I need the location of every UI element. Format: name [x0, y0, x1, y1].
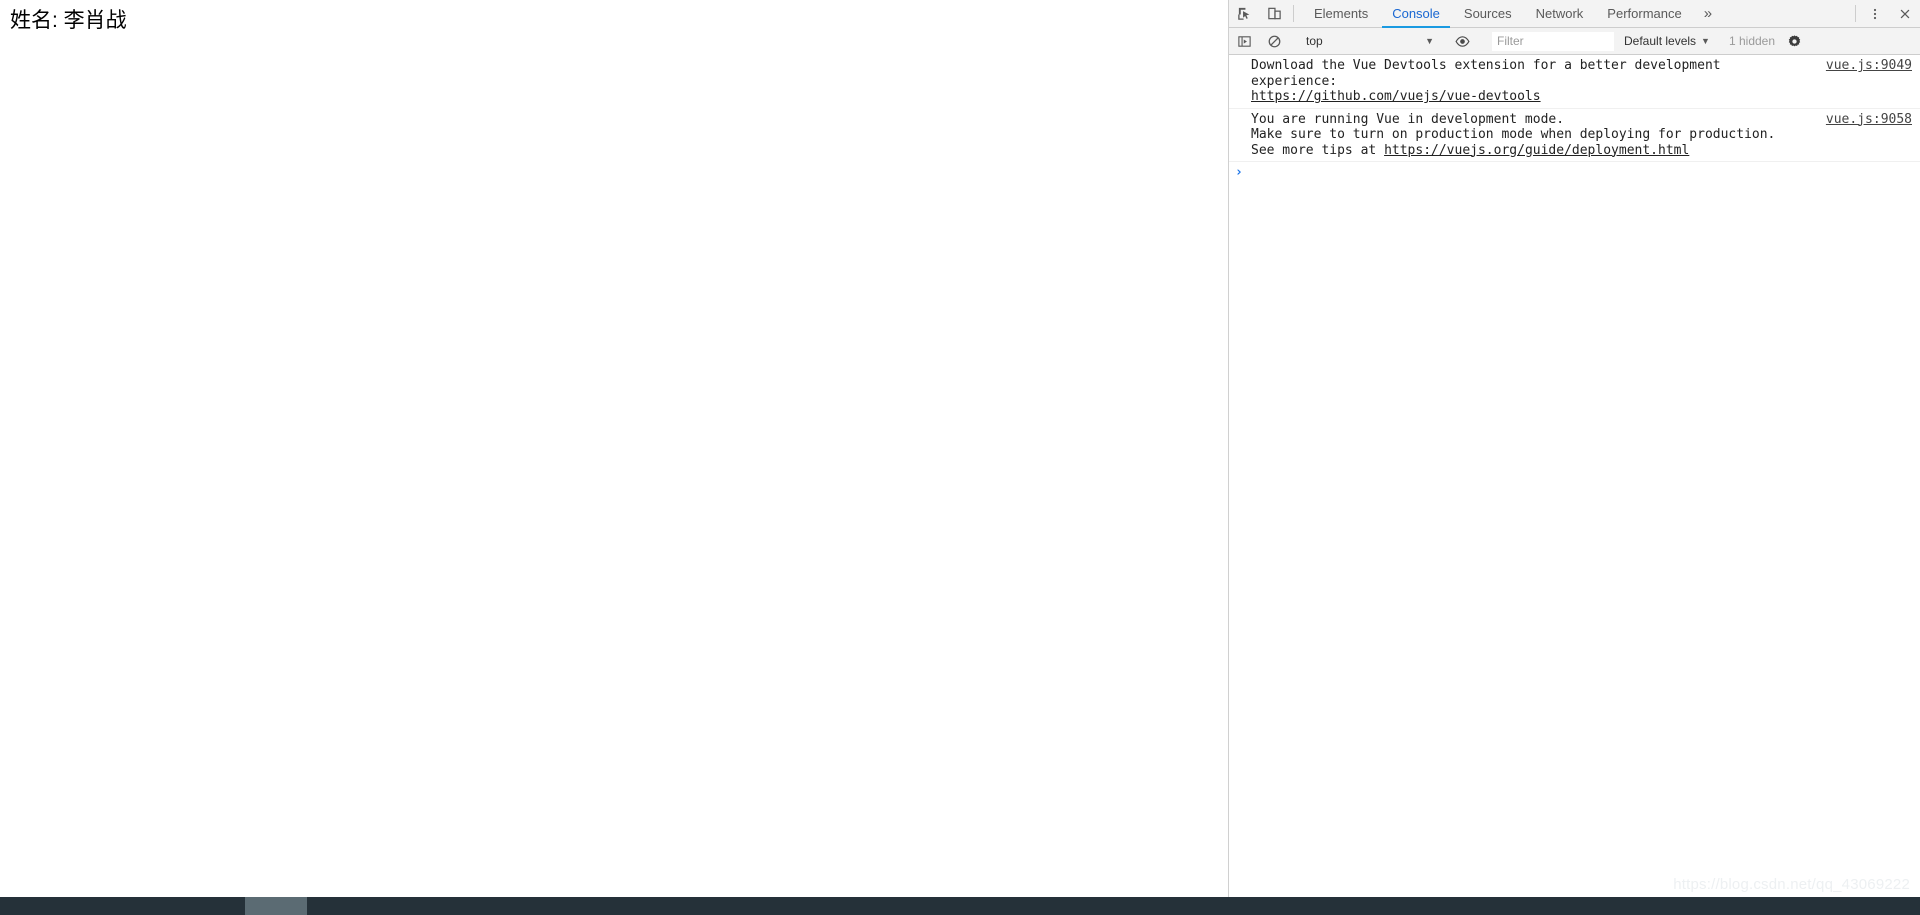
- create-live-expression-icon[interactable]: [1447, 34, 1477, 49]
- close-glyph: [1900, 9, 1910, 18]
- console-message-source[interactable]: vue.js:9058: [1822, 112, 1912, 128]
- tab-network-label: Network: [1535, 6, 1584, 21]
- chevron-down-icon: ▼: [1701, 36, 1710, 46]
- tab-elements-label: Elements: [1314, 6, 1369, 21]
- console-message-line: Download the Vue Devtools extension for …: [1251, 58, 1721, 73]
- devtools-tab-list: Elements Console Sources Network Perform…: [1302, 0, 1722, 28]
- bottom-scrollbar-track[interactable]: [0, 897, 1920, 915]
- console-message[interactable]: You are running Vue in development mode.…: [1229, 109, 1920, 162]
- page-name-label: 姓名: 李肖战: [10, 9, 127, 32]
- chevron-down-icon: ▼: [1425, 36, 1434, 46]
- console-message-inner: You are running Vue in development mode.…: [1251, 112, 1912, 159]
- console-prompt-input[interactable]: [1249, 165, 1912, 180]
- console-message-inner: Download the Vue Devtools extension for …: [1251, 58, 1912, 105]
- devtools-tabbar: Elements Console Sources Network Perform…: [1229, 0, 1920, 28]
- hidden-messages-count[interactable]: 1 hidden: [1723, 34, 1781, 48]
- inspect-element-icon[interactable]: [1229, 0, 1259, 27]
- browser-page-viewport: 姓名: 李肖战: [0, 0, 1228, 897]
- tab-console[interactable]: Console: [1380, 0, 1452, 28]
- console-message-line: Make sure to turn on production mode whe…: [1251, 127, 1776, 142]
- tab-network[interactable]: Network: [1524, 0, 1596, 27]
- device-toolbar-icon[interactable]: [1259, 0, 1289, 27]
- console-toolbar: top ▼ Default levels ▼ 1 hidden: [1229, 28, 1920, 55]
- tab-sources-label: Sources: [1463, 6, 1512, 21]
- close-devtools-icon[interactable]: [1890, 0, 1920, 27]
- clear-console-glyph: [1268, 35, 1280, 47]
- console-message-list[interactable]: Download the Vue Devtools extension for …: [1229, 55, 1920, 897]
- console-settings-icon[interactable]: [1781, 34, 1807, 49]
- console-filter-input[interactable]: [1492, 31, 1614, 51]
- tab-console-label: Console: [1392, 6, 1440, 21]
- eye-glyph: [1454, 35, 1470, 47]
- more-options-icon[interactable]: [1860, 0, 1890, 27]
- console-message-text: Download the Vue Devtools extension for …: [1251, 58, 1822, 105]
- console-message-source[interactable]: vue.js:9049: [1822, 58, 1912, 74]
- tab-elements[interactable]: Elements: [1302, 0, 1380, 27]
- console-message-link[interactable]: https://github.com/vuejs/vue-devtools: [1251, 89, 1541, 104]
- console-message-line: See more tips at: [1251, 142, 1385, 158]
- csdn-watermark: https://blog.csdn.net/qq_43069222: [1673, 876, 1910, 893]
- more-tabs-icon[interactable]: »: [1694, 0, 1722, 27]
- console-message[interactable]: Download the Vue Devtools extension for …: [1229, 55, 1920, 109]
- bottom-scrollbar-thumb[interactable]: [245, 897, 307, 915]
- log-levels-select[interactable]: Default levels ▼: [1620, 34, 1714, 48]
- sidebar-toggle-glyph: [1237, 35, 1251, 47]
- tab-sources[interactable]: Sources: [1452, 0, 1524, 27]
- console-message-line: experience:: [1251, 73, 1338, 89]
- inspect-element-glyph: [1237, 7, 1249, 20]
- devtools-panel: Elements Console Sources Network Perform…: [1228, 0, 1920, 897]
- console-message-link[interactable]: https://vuejs.org/guide/deployment.html: [1384, 143, 1689, 158]
- gear-glyph: [1788, 34, 1800, 46]
- prompt-chevron-icon: ›: [1235, 165, 1243, 180]
- tab-performance-label: Performance: [1607, 6, 1682, 21]
- tabbar-divider: [1293, 5, 1294, 22]
- tabbar-right-divider: [1855, 5, 1856, 22]
- execution-context-value: top: [1306, 34, 1323, 48]
- console-sidebar-toggle-icon[interactable]: [1229, 34, 1259, 49]
- console-prompt-row[interactable]: ›: [1229, 162, 1920, 186]
- hidden-messages-label: 1 hidden: [1728, 34, 1776, 48]
- console-message-line: You are running Vue in development mode.: [1251, 111, 1565, 127]
- tab-performance[interactable]: Performance: [1595, 0, 1693, 27]
- log-levels-label: Default levels: [1624, 34, 1697, 48]
- clear-console-icon[interactable]: [1259, 34, 1289, 49]
- device-toolbar-glyph: [1267, 7, 1281, 20]
- kebab-glyph: [1873, 8, 1877, 19]
- more-tabs-glyph: »: [1703, 5, 1713, 22]
- console-message-text: You are running Vue in development mode.…: [1251, 112, 1822, 159]
- tabbar-right-actions: [1851, 0, 1920, 27]
- execution-context-select[interactable]: top ▼: [1298, 31, 1438, 51]
- screen: 姓名: 李肖战 Elements Console Sources Network…: [0, 0, 1920, 915]
